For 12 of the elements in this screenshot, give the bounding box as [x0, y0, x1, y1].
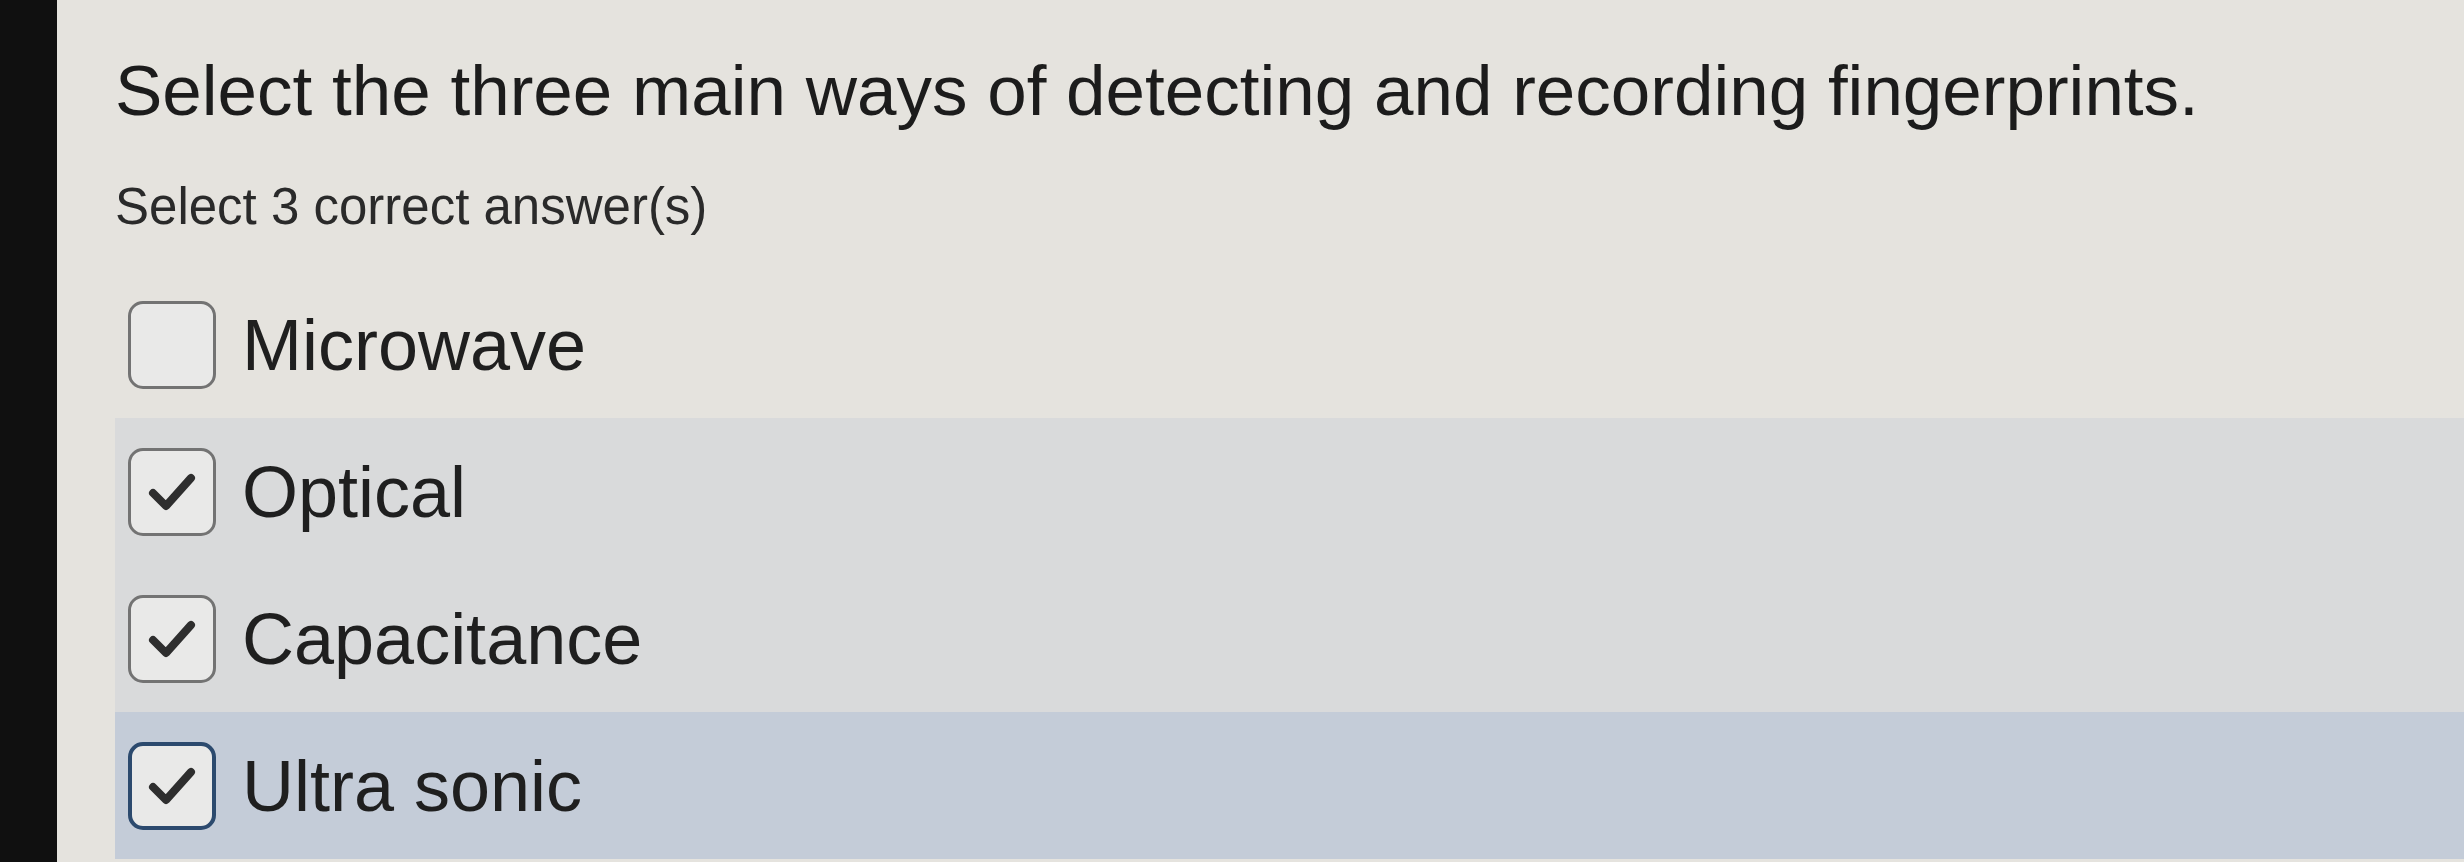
check-icon [148, 766, 196, 805]
answer-row[interactable]: Optical [115, 418, 2464, 565]
answer-row[interactable]: Capacitance [115, 565, 2464, 712]
check-icon [148, 619, 196, 658]
checkbox[interactable] [128, 594, 216, 683]
answer-label: Ultra sonic [242, 749, 583, 822]
answer-row[interactable]: Ultra sonic [115, 712, 2464, 859]
checkbox[interactable] [128, 447, 216, 536]
checkbox[interactable] [128, 741, 216, 830]
answer-label: Microwave [242, 308, 587, 381]
check-icon [148, 472, 196, 511]
checkbox[interactable] [128, 300, 216, 389]
